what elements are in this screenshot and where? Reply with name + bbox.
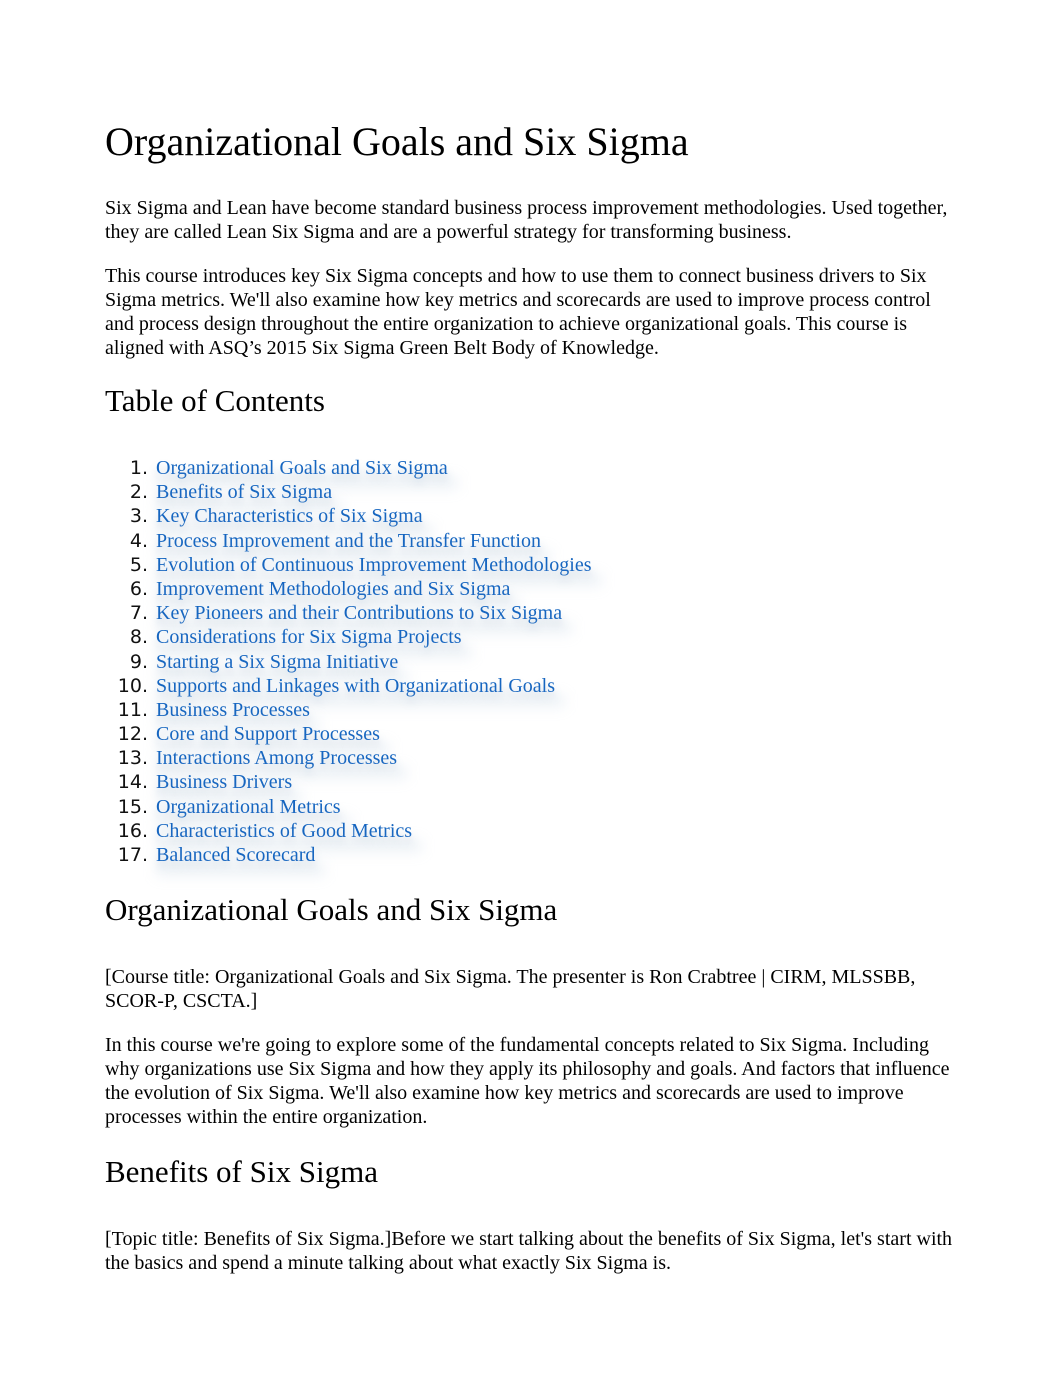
section-heading-benefits: Benefits of Six Sigma	[105, 1154, 378, 1190]
toc-item-number: 16.	[117, 819, 148, 842]
toc-item: 2. Benefits of Six Sigma	[105, 480, 955, 504]
toc-link[interactable]: Benefits of Six Sigma	[156, 480, 332, 504]
toc-item: 5. Evolution of Continuous Improvement Me…	[105, 553, 955, 577]
toc-item: 17. Balanced Scorecard	[105, 843, 955, 867]
toc-link[interactable]: Business Drivers	[156, 770, 292, 794]
toc-link[interactable]: Key Characteristics of Six Sigma	[156, 504, 423, 528]
toc-link[interactable]: Supports and Linkages with Organizationa…	[156, 674, 555, 698]
toc-item-number: 5.	[129, 553, 148, 576]
toc-item: 1. Organizational Goals and Six Sigma	[105, 456, 955, 480]
toc-item: 7. Key Pioneers and their Contributions t…	[105, 601, 955, 625]
course-title-note: [Course title: Organizational Goals and …	[105, 966, 916, 1013]
toc-link[interactable]: Characteristics of Good Metrics	[156, 819, 412, 843]
toc-item: 13. Interactions Among Processes	[105, 746, 955, 770]
toc-item-number: 1.	[129, 457, 148, 479]
toc-item-number: 2.	[129, 481, 148, 504]
toc-link[interactable]: Considerations for Six Sigma Projects	[156, 625, 462, 649]
toc-item-number: 10.	[117, 674, 148, 697]
toc-item-number: 13.	[117, 747, 148, 770]
toc-link[interactable]: Key Pioneers and their Contributions to …	[156, 601, 562, 625]
toc-item-number: 7.	[129, 602, 148, 625]
toc-item-number: 9.	[129, 650, 148, 673]
toc-item: 16. Characteristics of Good Metrics	[105, 819, 955, 843]
toc-item-number: 4.	[129, 529, 148, 552]
toc-item-number: 15.	[117, 795, 148, 818]
toc-link[interactable]: Starting a Six Sigma Initiative	[156, 650, 398, 674]
toc-item: 14. Business Drivers	[105, 770, 955, 794]
toc-item-number: 17.	[117, 844, 148, 866]
section-heading-organizational-goals: Organizational Goals and Six Sigma	[105, 892, 558, 928]
toc-item: 4. Process Improvement and the Transfer F…	[105, 529, 955, 553]
toc-link[interactable]: Process Improvement and the Transfer Fun…	[156, 529, 541, 553]
toc-link[interactable]: Organizational Metrics	[156, 795, 341, 819]
toc-link[interactable]: Evolution of Continuous Improvement Meth…	[156, 553, 592, 577]
intro-paragraph: This course introduces key Six Sigma con…	[105, 265, 931, 359]
toc-item: 11. Business Processes	[105, 698, 955, 722]
toc-item-number: 12.	[117, 723, 148, 746]
document-title: Organizational Goals and Six Sigma	[105, 119, 689, 164]
toc-link[interactable]: Business Processes	[156, 698, 310, 722]
toc-item: 8. Considerations for Six Sigma Projects	[105, 625, 955, 649]
table-of-contents: 1. Organizational Goals and Six Sigma 2. B…	[105, 456, 955, 867]
document-page: Organizational Goals and Six Sigma Six S…	[0, 0, 955, 1275]
toc-item: 9. Starting a Six Sigma Initiative	[105, 650, 955, 674]
intro-paragraph: Six Sigma and Lean have become standard …	[105, 197, 948, 243]
toc-link[interactable]: Improvement Methodologies and Six Sigma	[156, 577, 510, 601]
toc-link[interactable]: Interactions Among Processes	[156, 746, 397, 770]
toc-item: 10. Supports and Linkages with Organizati…	[105, 674, 955, 698]
toc-item-number: 3.	[129, 505, 148, 528]
section-paragraph: In this course we're going to explore so…	[105, 1034, 950, 1129]
toc-item: 15. Organizational Metrics	[105, 795, 955, 819]
toc-item-number: 8.	[129, 626, 148, 649]
toc-item: 3. Key Characteristics of Six Sigma	[105, 504, 955, 528]
toc-item: 12. Core and Support Processes	[105, 722, 955, 746]
toc-item-number: 6.	[129, 577, 148, 600]
toc-link[interactable]: Balanced Scorecard	[156, 843, 315, 867]
toc-item-number: 14.	[117, 771, 148, 794]
toc-link[interactable]: Organizational Goals and Six Sigma	[156, 456, 448, 480]
toc-item: 6. Improvement Methodologies and Six Sigm…	[105, 577, 955, 601]
toc-link[interactable]: Core and Support Processes	[156, 722, 380, 746]
toc-item-number: 11.	[117, 698, 148, 721]
toc-heading: Table of Contents	[105, 383, 325, 418]
section-paragraph: [Topic title: Benefits of Six Sigma.]Bef…	[105, 1228, 953, 1275]
